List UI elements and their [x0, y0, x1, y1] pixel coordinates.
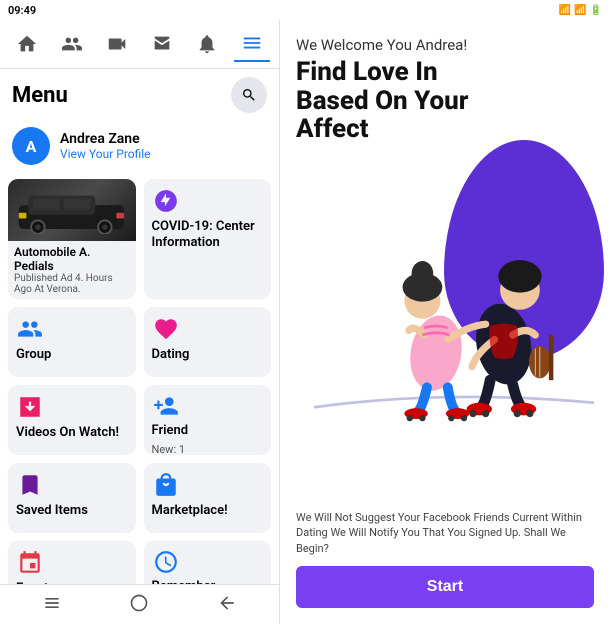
profile-sub: View Your Profile	[60, 147, 151, 161]
search-button[interactable]	[231, 77, 267, 113]
covid-item[interactable]: COVID-19: Center Information	[144, 179, 272, 299]
marketplace-item[interactable]: Marketplace!	[144, 463, 272, 533]
menu-title: Menu	[12, 83, 68, 108]
dating-icon	[152, 315, 180, 343]
status-time: 09:49	[8, 4, 36, 17]
battery-icon: 🔋	[590, 5, 602, 16]
profile-name: Andrea Zane	[60, 131, 151, 147]
event-item[interactable]: Event	[8, 541, 136, 584]
nav-store[interactable]	[144, 26, 180, 62]
nav-people[interactable]	[54, 26, 90, 62]
car-title: Automobile A. Pedials	[14, 245, 130, 273]
bottom-home-icon[interactable]	[42, 593, 62, 617]
covid-label: COVID-19: Center Information	[152, 219, 264, 250]
car-card[interactable]: Automobile A. Pedials Published Ad 4. Ho…	[8, 179, 136, 299]
group-item[interactable]: Group	[8, 307, 136, 377]
illustration	[296, 150, 594, 502]
car-meta: Published Ad 4. Hours Ago At Verona.	[14, 273, 130, 295]
friend-sub: New: 1	[152, 443, 264, 456]
dating-item[interactable]: Dating	[144, 307, 272, 377]
menu-header: Menu	[0, 69, 279, 121]
friend-item[interactable]: Friend New: 1	[144, 385, 272, 455]
profile-section[interactable]: A Andrea Zane View Your Profile	[0, 121, 279, 171]
nav-bar	[0, 20, 279, 69]
remember-item[interactable]: Remember New: 1	[144, 541, 272, 584]
watch-icon	[16, 393, 44, 421]
avatar: A	[12, 127, 50, 165]
bottom-nav	[0, 584, 279, 624]
covid-icon	[152, 187, 180, 215]
remember-icon	[152, 549, 180, 575]
dating-ad: We Welcome You Andrea! Find Love In Base…	[280, 20, 610, 624]
left-panel: Menu A Andrea Zane View Your Profile	[0, 20, 280, 624]
status-bar: 09:49 📶 📶 🔋	[0, 0, 610, 20]
videos-watch-label: Videos On Watch!	[16, 425, 128, 441]
friend-label: Friend	[152, 423, 264, 439]
dating-label: Dating	[152, 347, 264, 363]
start-button[interactable]: Start	[296, 566, 594, 608]
nav-video[interactable]	[99, 26, 135, 62]
headline: Find Love In Based On Your Affect	[296, 58, 594, 144]
nav-bell[interactable]	[189, 26, 225, 62]
nav-home[interactable]	[9, 26, 45, 62]
welcome-text: We Welcome You Andrea!	[296, 36, 594, 54]
event-icon	[16, 549, 44, 577]
bottom-text: We Will Not Suggest Your Facebook Friend…	[296, 510, 594, 556]
right-panel: We Welcome You Andrea! Find Love In Base…	[280, 20, 610, 624]
group-label: Group	[16, 347, 128, 363]
videos-watch-item[interactable]: Videos On Watch!	[8, 385, 136, 455]
status-icons: 📶 📶 🔋	[559, 5, 602, 16]
saved-items-label: Saved Items	[16, 503, 128, 519]
profile-text: Andrea Zane View Your Profile	[60, 131, 151, 161]
bottom-circle-icon[interactable]	[129, 593, 149, 617]
saved-items-item[interactable]: Saved Items	[8, 463, 136, 533]
marketplace-label: Marketplace!	[152, 503, 264, 519]
car-image	[8, 179, 136, 241]
signal-icon: 📶	[574, 5, 586, 16]
bottom-back-icon[interactable]	[217, 593, 237, 617]
car-info: Automobile A. Pedials Published Ad 4. Ho…	[8, 241, 136, 299]
friend-icon	[152, 393, 180, 419]
group-icon	[16, 315, 44, 343]
saved-icon	[16, 471, 44, 499]
wifi-icon: 📶	[559, 5, 571, 16]
marketplace-icon	[152, 471, 180, 499]
menu-grid: Automobile A. Pedials Published Ad 4. Ho…	[0, 171, 279, 584]
nav-menu[interactable]	[234, 26, 270, 62]
couple-illustration	[296, 216, 594, 436]
